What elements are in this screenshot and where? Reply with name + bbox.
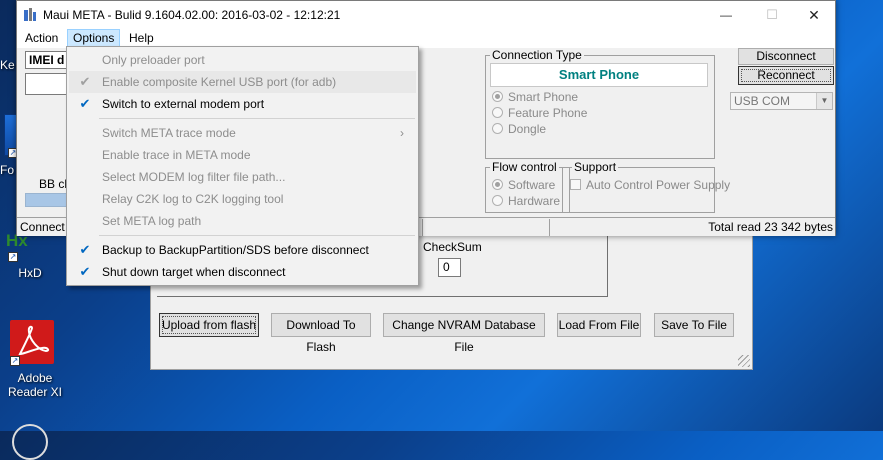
desktop-icon-hxd-label[interactable]: HxD [10,266,50,280]
save-to-file-button[interactable]: Save To File [654,313,734,337]
desktop-icon-ke-label[interactable]: Ke [0,58,16,72]
load-from-file-button[interactable]: Load From File [557,313,641,337]
menu-item-relay-c2k-log[interactable]: Relay C2K log to C2K logging tool [69,188,416,210]
menu-item-switch-external-modem[interactable]: ✔ Switch to external modem port [69,93,416,115]
flow-control-title: Flow control [490,160,559,174]
radio-smart-phone-label: Smart Phone [508,90,579,104]
status-total-read: Total read 23 342 bytes [708,220,833,234]
minimize-button[interactable]: — [703,5,749,25]
checksum-label: CheckSum [423,240,482,254]
desktop-icon-fo-label[interactable]: Fo [0,163,16,177]
window-title: Maui META - Bulid 9.1604.02.00: 2016-03-… [43,8,341,22]
menu-item-label: Set META log path [102,214,202,228]
menu-item-label: Switch META trace mode [102,126,236,140]
disconnect-button[interactable]: Disconnect [738,48,834,65]
radio-unchecked-icon [492,123,503,134]
check-icon: ✔ [79,242,91,257]
radio-unchecked-icon [492,195,503,206]
radio-unchecked-icon [492,107,503,118]
desktop-icon-adobe-label[interactable]: Adobe Reader XI [0,371,70,399]
download-to-flash-button[interactable]: Download To Flash [271,313,371,354]
port-select-value: USB COM [734,94,791,108]
connection-type-display: Smart Phone [490,63,708,87]
radio-checked-icon [492,179,503,190]
checkbox-icon [570,179,581,190]
menu-action[interactable]: Action [20,29,63,48]
change-nvram-database-button[interactable]: Change NVRAM Database File [383,313,545,354]
options-menu: Only preloader port ✔ Enable composite Ke… [66,46,419,286]
check-icon: ✔ [79,96,91,111]
radio-checked-icon [492,91,503,102]
menu-item-label: Shut down target when disconnect [102,265,286,279]
app-icon [23,8,37,22]
close-button[interactable]: ✕ [791,5,837,25]
menu-item-only-preloader-port[interactable]: Only preloader port [69,49,416,71]
resize-grip-icon[interactable] [738,355,750,367]
menu-item-label: Relay C2K log to C2K logging tool [102,192,284,206]
menu-item-backup-before-disconnect[interactable]: ✔ Backup to BackupPartition/SDS before di… [69,239,416,261]
meta-app-icon [24,8,36,21]
radio-software[interactable]: Software [492,178,555,192]
menu-item-set-meta-log-path[interactable]: Set META log path [69,210,416,232]
status-connect-pane: Connect [17,219,69,236]
chevron-down-icon[interactable]: ▼ [816,93,832,109]
check-icon: ✔ [79,264,91,279]
menu-item-switch-meta-trace-mode[interactable]: Switch META trace mode › [69,122,416,144]
maximize-button[interactable]: ☐ [749,5,795,25]
menu-item-enable-trace-meta[interactable]: Enable trace in META mode [69,144,416,166]
connection-type-title: Connection Type [490,48,584,62]
radio-feature-phone[interactable]: Feature Phone [492,106,587,120]
auto-control-power-label: Auto Control Power Supply [586,178,731,192]
reconnect-button[interactable]: Reconnect [738,66,834,85]
radio-software-label: Software [508,178,556,192]
menu-item-label: Switch to external modem port [102,97,265,111]
menu-separator [99,118,415,119]
checksum-field[interactable]: 0 [438,258,461,277]
shortcut-arrow-icon: ↗ [10,356,20,366]
menu-item-shutdown-on-disconnect[interactable]: ✔ Shut down target when disconnect [69,261,416,283]
status-connect-text: Connect [20,220,65,234]
menu-separator [99,235,415,236]
menu-item-enable-composite-kernel-usb[interactable]: ✔ Enable composite Kernel USB port (for a… [69,71,416,93]
check-icon: ✔ [79,74,91,89]
radio-hardware[interactable]: Hardware [492,194,560,208]
menu-item-label: Select MODEM log filter file path... [102,170,286,184]
radio-feature-phone-label: Feature Phone [508,106,588,120]
port-select[interactable]: USB COM ▼ [730,92,833,110]
menu-item-label: Only preloader port [102,53,205,67]
partial-round-icon [12,424,48,460]
title-bar[interactable]: Maui META - Bulid 9.1604.02.00: 2016-03-… [17,1,835,29]
radio-smart-phone[interactable]: Smart Phone [492,90,578,104]
radio-dongle-label: Dongle [508,122,547,136]
menu-item-label: Backup to BackupPartition/SDS before dis… [102,243,369,257]
upload-from-flash-button[interactable]: Upload from flash [159,313,259,337]
status-middle-pane [422,219,550,236]
radio-hardware-label: Hardware [508,194,561,208]
radio-dongle[interactable]: Dongle [492,122,546,136]
menu-item-label: Enable composite Kernel USB port (for ad… [102,75,337,89]
menu-item-label: Enable trace in META mode [102,148,251,162]
shortcut-arrow-icon: ↗ [8,252,18,262]
auto-control-power-checkbox[interactable]: Auto Control Power Supply [570,178,730,192]
menu-item-select-modem-log-filter[interactable]: Select MODEM log filter file path... [69,166,416,188]
support-title: Support [572,160,619,174]
chevron-right-icon: › [400,126,404,140]
